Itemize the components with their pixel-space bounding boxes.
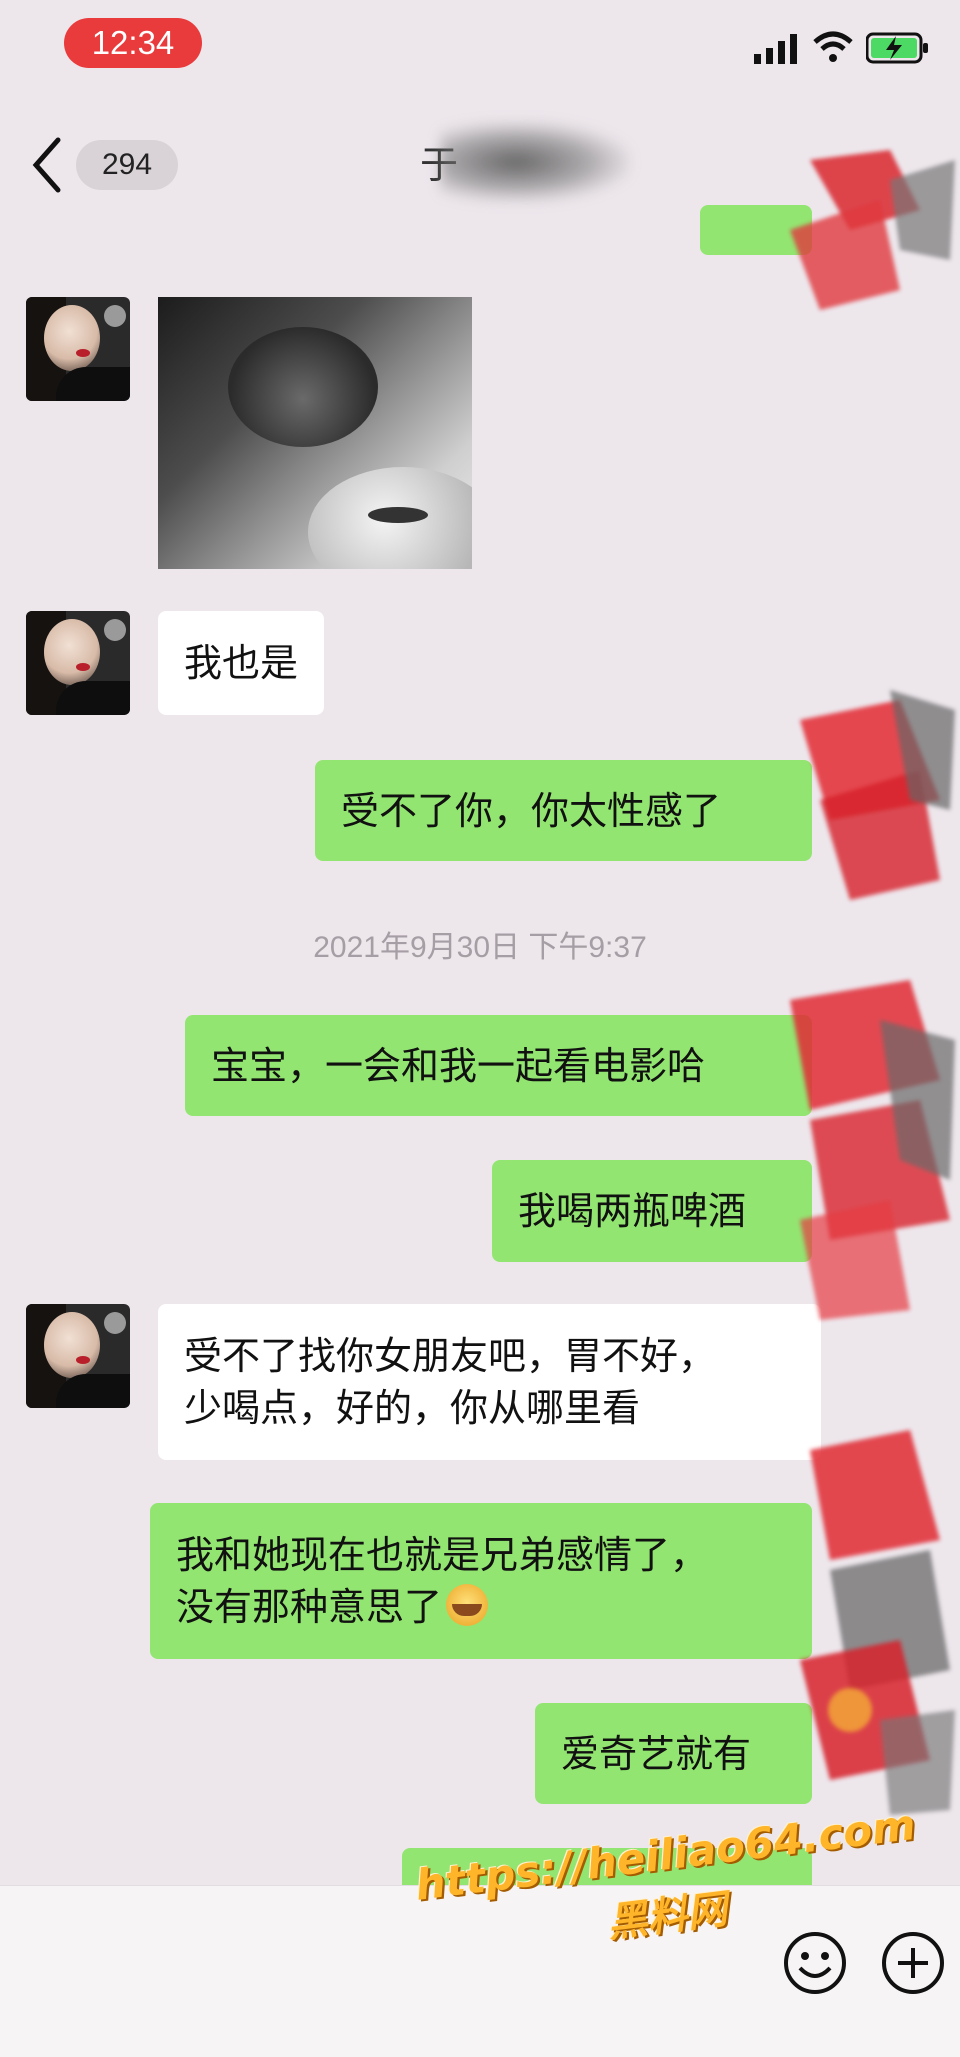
- battery-charging-icon: [866, 32, 928, 64]
- contact-avatar[interactable]: [26, 611, 130, 715]
- message-bubble-incoming: 我也是: [158, 611, 325, 715]
- name-redaction: [440, 122, 630, 202]
- message-text: 宝宝，一会和我一起看电影哈: [211, 1043, 706, 1088]
- status-time: 12:34: [64, 18, 202, 68]
- message-text: 我也是: [184, 641, 299, 685]
- message-bubble-outgoing: 我和她现在也就是兄弟感情了， 没有那种意思了: [150, 1503, 812, 1659]
- redaction-mark: [790, 150, 955, 310]
- unread-count-badge[interactable]: 294: [76, 140, 178, 190]
- message-text: 爱奇艺就有: [561, 1731, 752, 1776]
- message-bubble-outgoing: 宝宝，一会和我一起看电影哈: [185, 1015, 812, 1116]
- message-bubble-incoming: 受不了找你女朋友吧，胃不好， 少喝点，好的，你从哪里看: [158, 1304, 821, 1460]
- message-text: 受不了你，你太性感了: [341, 788, 722, 833]
- contact-avatar[interactable]: [26, 297, 130, 401]
- back-chevron-icon[interactable]: [30, 136, 64, 194]
- signal-icon: [754, 34, 797, 64]
- contact-avatar[interactable]: [26, 1304, 130, 1408]
- laughing-crying-emoji-icon: [446, 1584, 489, 1626]
- message-text: 受不了找你女朋友吧，胃不好， 少喝点，好的，你从哪里看: [184, 1334, 717, 1430]
- status-bar: 12:34: [0, 0, 960, 90]
- redaction-mark: [800, 1430, 955, 1815]
- redaction-mark: [790, 980, 955, 1320]
- redaction-mark: [800, 690, 955, 900]
- message-text: 我和她现在也就是兄弟感情了， 没有那种意思了: [176, 1533, 709, 1629]
- message-bubble-outgoing: 受不了你，你太性感了: [315, 760, 812, 861]
- wifi-icon: [813, 31, 853, 62]
- message-bubble-outgoing: 我喝两瓶啤酒: [492, 1160, 812, 1262]
- message-bubble-outgoing: 爱奇艺就有: [535, 1703, 812, 1804]
- photo-message[interactable]: [158, 297, 472, 569]
- message-text: 我喝两瓶啤酒: [518, 1189, 747, 1233]
